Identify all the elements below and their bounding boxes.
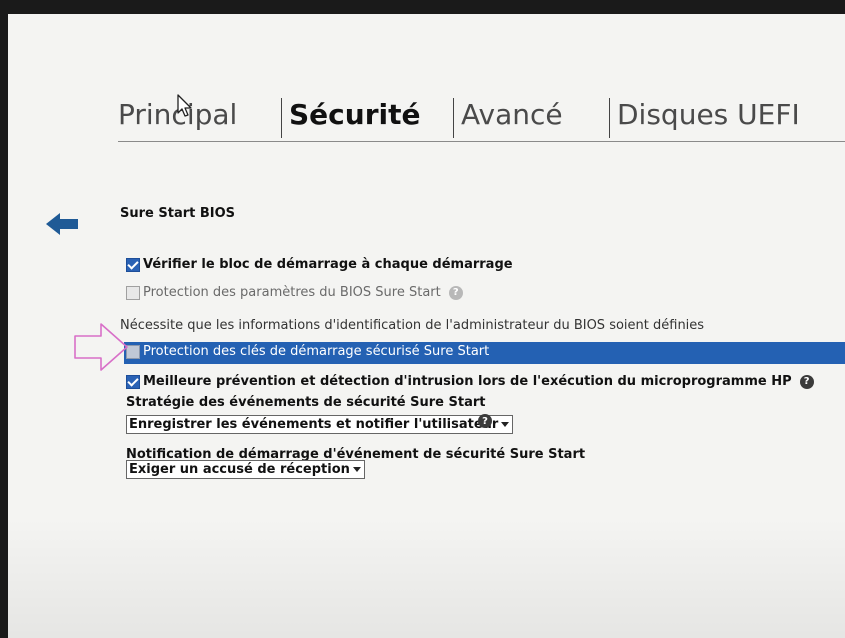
tab-separator (281, 98, 282, 138)
event-notification-dropdown[interactable]: Exiger un accusé de réception (126, 460, 365, 479)
intrusion-prevention-label: Meilleure prévention et détection d'intr… (143, 374, 792, 389)
tab-bar: Principal Sécurité Avancé Disques UEFI (118, 94, 845, 144)
tab-separator (453, 98, 454, 138)
intrusion-prevention-option[interactable]: Meilleure prévention et détection d'intr… (126, 374, 814, 389)
help-icon[interactable]: ? (448, 285, 463, 300)
admin-credentials-note: Nécessite que les informations d'identif… (120, 318, 705, 333)
bios-settings-protection-option[interactable]: Protection des paramètres du BIOS Sure S… (126, 285, 463, 300)
tab-disques-uefi[interactable]: Disques UEFI (617, 94, 800, 136)
event-policy-value: Enregistrer les événements et notifier l… (129, 417, 499, 432)
chevron-down-icon (352, 467, 361, 472)
back-arrow-icon[interactable] (44, 212, 80, 236)
intrusion-prevention-checkbox[interactable] (126, 374, 140, 389)
help-icon[interactable]: ? (478, 414, 492, 428)
bios-settings-protection-checkbox[interactable] (126, 285, 140, 300)
secure-boot-keys-protection-label: Protection des clés de démarrage sécuris… (143, 344, 490, 359)
event-notification-value: Exiger un accusé de réception (129, 462, 350, 477)
chevron-down-icon (501, 422, 510, 427)
tab-separator (609, 98, 610, 138)
section-title: Sure Start BIOS (120, 206, 236, 221)
bios-screen: Principal Sécurité Avancé Disques UEFI S… (8, 14, 845, 638)
event-policy-label: Stratégie des événements de sécurité Sur… (126, 395, 486, 410)
verify-boot-block-option[interactable]: Vérifier le bloc de démarrage à chaque d… (126, 257, 513, 272)
event-policy-dropdown[interactable]: Enregistrer les événements et notifier l… (126, 415, 514, 434)
verify-boot-block-checkbox[interactable] (126, 257, 140, 272)
annotation-arrow-icon (74, 323, 128, 371)
tab-avance[interactable]: Avancé (461, 94, 563, 136)
verify-boot-block-label: Vérifier le bloc de démarrage à chaque d… (143, 257, 513, 272)
mouse-pointer-icon (177, 94, 192, 117)
bios-settings-protection-label: Protection des paramètres du BIOS Sure S… (143, 285, 441, 300)
tab-securite[interactable]: Sécurité (289, 94, 420, 136)
secure-boot-keys-protection-option[interactable]: Protection des clés de démarrage sécuris… (126, 344, 489, 359)
tab-underline (118, 141, 845, 142)
help-icon[interactable]: ? (799, 374, 814, 389)
screen-shading (8, 518, 845, 638)
